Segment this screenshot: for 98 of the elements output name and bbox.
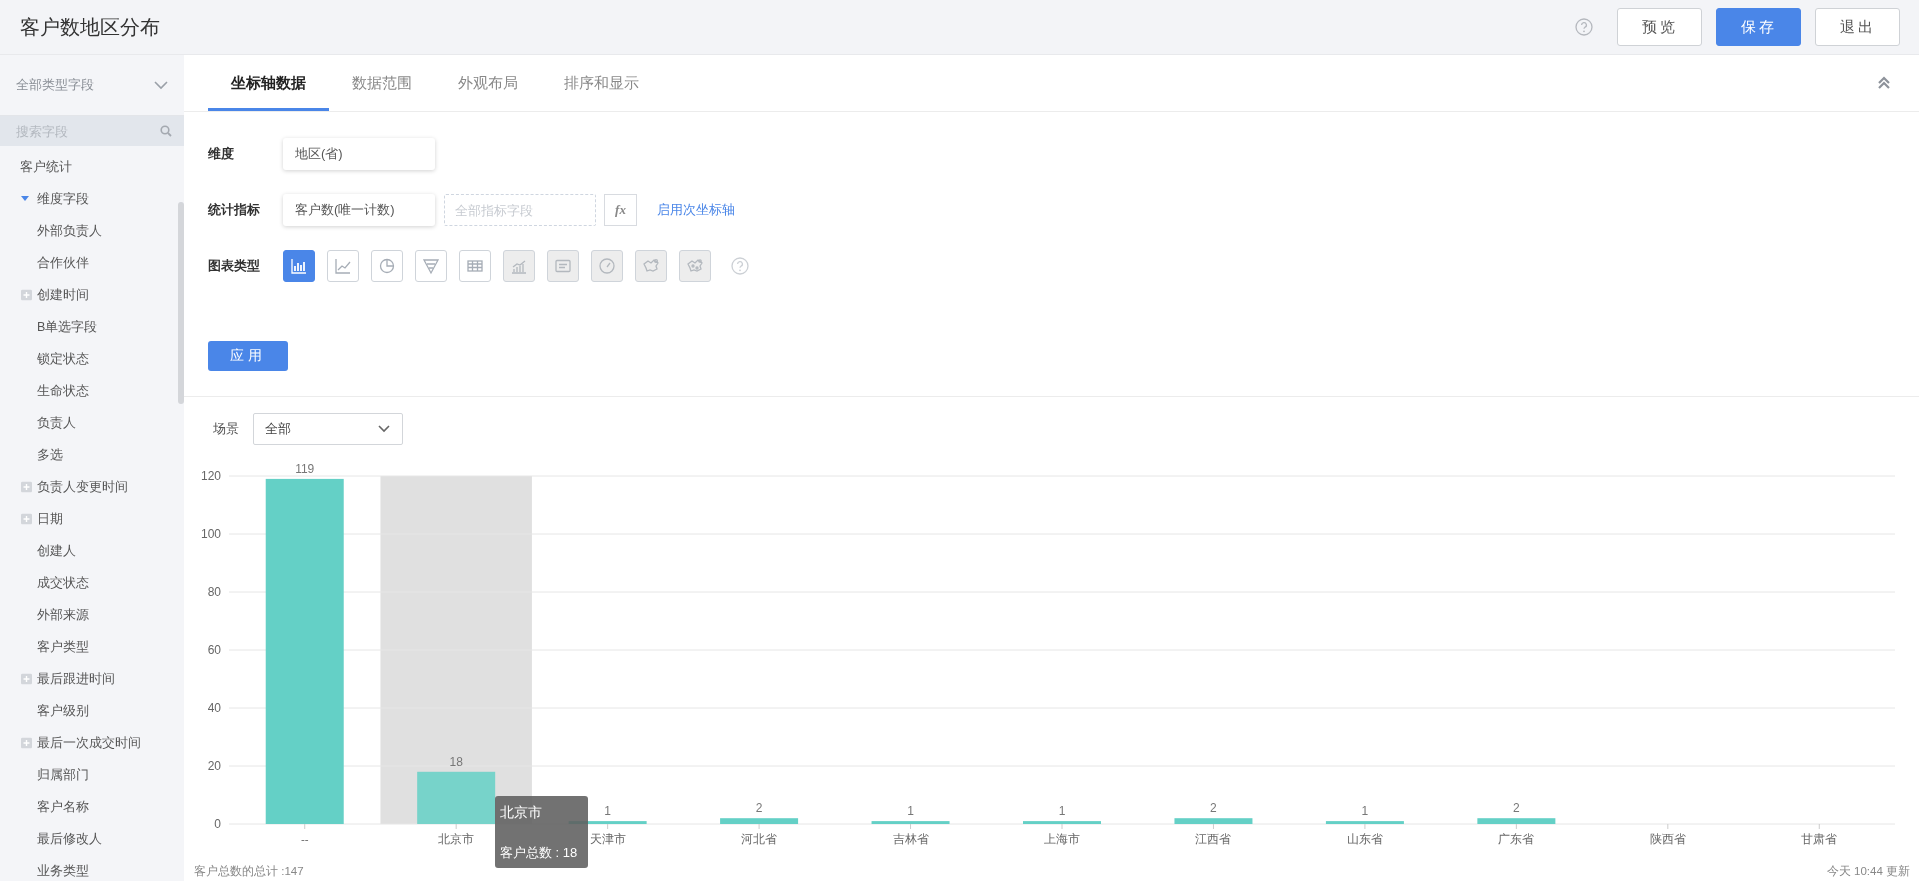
y-tick-label: 20 bbox=[207, 759, 221, 773]
tree-item[interactable]: 客户类型 bbox=[37, 638, 89, 656]
tree-item[interactable]: 创建时间 bbox=[37, 286, 89, 304]
tree-item[interactable]: 最后跟进时间 bbox=[37, 670, 115, 688]
tree-item[interactable]: 生命状态 bbox=[37, 382, 89, 400]
value-label: 1 bbox=[907, 804, 914, 819]
scene-select[interactable]: 全部 bbox=[253, 413, 403, 445]
line-chart-icon bbox=[334, 257, 352, 275]
y-tick-label: 60 bbox=[207, 643, 221, 657]
field-label: 图表类型 bbox=[208, 257, 261, 275]
tree-item[interactable]: 成交状态 bbox=[37, 574, 89, 592]
y-tick-label: 40 bbox=[207, 701, 221, 715]
category-label: 吉林省 bbox=[892, 833, 929, 845]
tree-item[interactable]: 客户级别 bbox=[37, 702, 89, 720]
value-label: 1 bbox=[604, 804, 611, 819]
category-label: 甘肃省 bbox=[1801, 833, 1838, 845]
tree-item[interactable]: 最后修改人 bbox=[37, 830, 102, 848]
scene-label: 场景 bbox=[213, 420, 239, 438]
value-label: 119 bbox=[295, 461, 315, 476]
scrollbar-thumb[interactable] bbox=[178, 202, 184, 404]
tab[interactable]: 排序和显示 bbox=[541, 55, 662, 111]
category-label: 广东省 bbox=[1498, 833, 1535, 845]
bar[interactable] bbox=[1477, 818, 1556, 824]
bar-chart-icon bbox=[290, 257, 308, 275]
tree-item[interactable]: 负责人变更时间 bbox=[37, 478, 128, 496]
category-label: 天津市 bbox=[589, 833, 626, 845]
value-label: 1 bbox=[1058, 804, 1066, 819]
search-icon[interactable] bbox=[160, 125, 172, 137]
card-icon bbox=[554, 257, 572, 275]
tree-item[interactable]: 锁定状态 bbox=[37, 350, 89, 368]
tree-item[interactable]: 业务类型 bbox=[37, 862, 89, 880]
map-dots-icon bbox=[686, 257, 704, 275]
category-label: -- bbox=[300, 833, 309, 845]
funnel-icon bbox=[422, 257, 440, 275]
field-label: 统计指标 bbox=[208, 201, 261, 219]
tree-item[interactable]: 归属部门 bbox=[37, 766, 89, 784]
expanded-triangle-icon[interactable] bbox=[21, 196, 29, 202]
apply-button[interactable]: 应用 bbox=[208, 341, 288, 371]
bar[interactable] bbox=[1174, 818, 1253, 824]
tree-item[interactable]: 创建人 bbox=[37, 542, 76, 560]
tree-item[interactable]: 多选 bbox=[37, 446, 63, 464]
tree-item[interactable]: 合作伙伴 bbox=[37, 254, 89, 272]
expand-plus-icon[interactable] bbox=[21, 481, 32, 493]
tree-item[interactable]: 最后一次成交时间 bbox=[37, 734, 141, 752]
tab[interactable]: 外观布局 bbox=[435, 55, 541, 111]
tree-item[interactable]: 维度字段 bbox=[37, 190, 89, 208]
chevron-down-icon[interactable] bbox=[154, 80, 168, 90]
category-label: 上海市 bbox=[1044, 833, 1080, 845]
secondary-axis-link[interactable]: 启用次坐标轴 bbox=[657, 201, 735, 219]
field-label: 维度 bbox=[208, 145, 235, 163]
header-button[interactable]: 退出 bbox=[1815, 8, 1900, 46]
updated-time: 今天 10:44 更新 bbox=[1826, 864, 1910, 879]
tree-item[interactable]: 客户名称 bbox=[37, 798, 89, 816]
category-label: 陕西省 bbox=[1649, 833, 1686, 845]
map-icon bbox=[642, 257, 660, 275]
value-label: 2 bbox=[755, 801, 763, 816]
expand-plus-icon[interactable] bbox=[21, 673, 32, 685]
expand-plus-icon[interactable] bbox=[21, 737, 32, 749]
category-label: 山东省 bbox=[1346, 833, 1383, 845]
tooltip-value: 客户总数 : 18 bbox=[499, 844, 579, 862]
value-label: 18 bbox=[449, 754, 463, 769]
chart-type-button[interactable] bbox=[283, 250, 315, 282]
tree-item[interactable]: B单选字段 bbox=[37, 318, 98, 336]
header-button[interactable]: 保存 bbox=[1716, 8, 1801, 46]
table-icon bbox=[466, 257, 484, 275]
tooltip-title: 北京市 bbox=[499, 804, 543, 822]
value-label: 1 bbox=[1361, 804, 1369, 819]
pie-chart-icon bbox=[378, 257, 396, 275]
category-label: 北京市 bbox=[438, 833, 475, 845]
header-button[interactable]: 预览 bbox=[1617, 8, 1702, 46]
chevron-down-icon[interactable] bbox=[378, 425, 390, 433]
category-label: 江西省 bbox=[1195, 833, 1232, 845]
page-title: 客户数地区分布 bbox=[20, 14, 160, 40]
value-label: 2 bbox=[1513, 801, 1520, 816]
tab[interactable]: 坐标轴数据 bbox=[208, 55, 329, 111]
metric-select[interactable]: 客户数(唯一计数) bbox=[283, 194, 435, 226]
y-tick-label: 80 bbox=[207, 585, 221, 599]
bar[interactable] bbox=[871, 821, 950, 824]
help-icon[interactable] bbox=[731, 257, 749, 275]
collapse-icon[interactable] bbox=[1877, 76, 1891, 90]
tree-item[interactable]: 负责人 bbox=[37, 414, 76, 432]
dimension-select[interactable]: 地区(省) bbox=[283, 138, 435, 170]
tree-item[interactable]: 外部来源 bbox=[37, 606, 89, 624]
expand-plus-icon[interactable] bbox=[21, 289, 32, 301]
help-icon[interactable] bbox=[1575, 18, 1593, 36]
category-label: 河北省 bbox=[741, 833, 778, 845]
gauge-icon bbox=[598, 257, 616, 275]
y-tick-label: 100 bbox=[200, 527, 221, 541]
tree-item[interactable]: 日期 bbox=[37, 510, 63, 528]
formula-button[interactable]: fx bbox=[604, 194, 637, 226]
y-tick-label: 120 bbox=[200, 469, 221, 483]
expand-plus-icon[interactable] bbox=[21, 513, 32, 525]
tab[interactable]: 数据范围 bbox=[329, 55, 435, 111]
tree-item[interactable]: 外部负责人 bbox=[37, 222, 102, 240]
y-tick-label: 0 bbox=[214, 817, 221, 831]
value-label: 2 bbox=[1210, 801, 1217, 816]
total-text: 客户总数的总计 :147 bbox=[194, 864, 304, 879]
tree-group-label[interactable]: 客户统计 bbox=[20, 158, 72, 176]
